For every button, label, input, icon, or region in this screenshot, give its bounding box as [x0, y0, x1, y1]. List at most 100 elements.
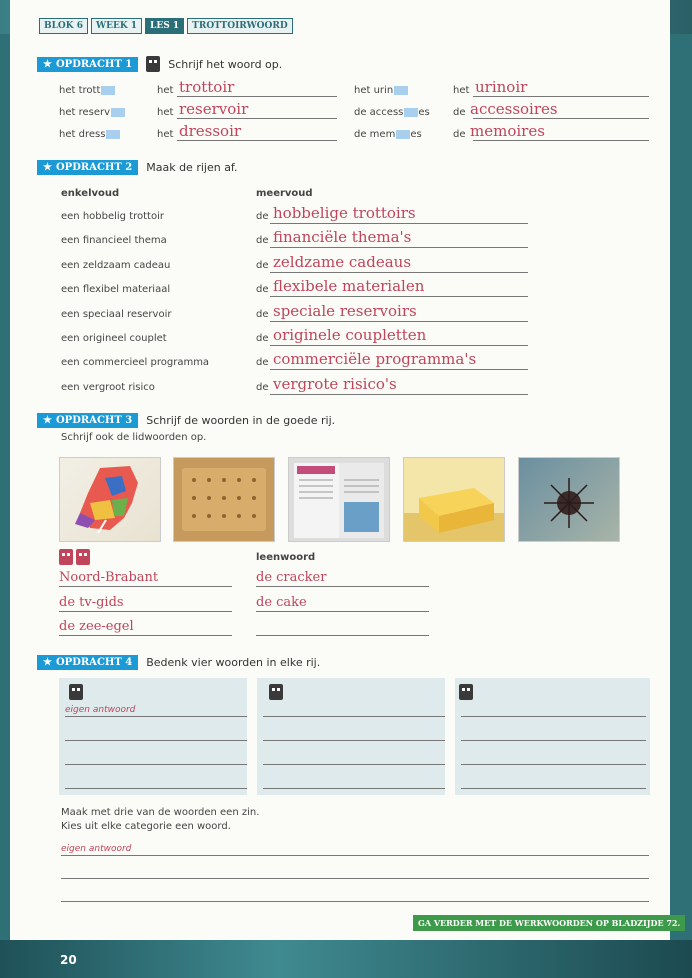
crumb-les: LES 1 — [145, 18, 185, 34]
answer-line — [263, 716, 445, 717]
answer-line — [461, 788, 646, 789]
ex2-singular: een commercieel programma — [61, 357, 210, 369]
answer-line — [270, 271, 528, 273]
answer-line — [61, 878, 649, 879]
answer-line — [473, 140, 649, 141]
ex4-sentence-instruction-1: Maak met drie van de woorden een zin. — [61, 807, 260, 818]
answer-line — [59, 635, 232, 636]
robot-chef-icon — [459, 684, 473, 700]
ex1-answer[interactable]: reservoir — [179, 100, 248, 118]
ex3-answer-loan-1[interactable]: de cracker — [256, 570, 326, 585]
ex4-sentence-answer[interactable]: eigen antwoord — [61, 844, 131, 854]
crumb-week: WEEK 1 — [91, 18, 143, 34]
ex2-answer[interactable]: financiële thema's — [273, 228, 411, 246]
answer-line — [270, 393, 528, 395]
robot-icon — [59, 549, 73, 565]
ex1-article: het — [453, 85, 470, 96]
ex1-article: het — [157, 107, 174, 118]
ex2-answer[interactable]: vergrote risico's — [273, 375, 397, 393]
prompt-text: het urin — [354, 85, 394, 96]
answer-line — [263, 764, 445, 765]
ex3-instruction: Schrijf de woorden in de goede rij. — [146, 414, 336, 427]
answer-line — [59, 586, 232, 587]
answer-line — [61, 855, 649, 856]
cracker-icon — [182, 468, 266, 531]
ex2-answer[interactable]: commerciële programma's — [273, 350, 476, 368]
ex3-answer-dutch-2[interactable]: de tv-gids — [59, 595, 124, 610]
ex2-singular: een financieel thema — [61, 235, 167, 247]
answer-line — [256, 586, 429, 587]
answer-line — [461, 716, 646, 717]
ex2-article: de — [256, 259, 269, 271]
ex2-header: ★ OPDRACHT 2 Maak de rijen af. — [37, 160, 238, 175]
blank-mask — [111, 107, 126, 117]
ex1-answer[interactable]: dressoir — [179, 122, 241, 140]
answer-line — [263, 788, 445, 789]
tv-guide-icon — [294, 463, 384, 538]
ex2-article: de — [256, 381, 269, 393]
blank-mask — [394, 85, 409, 95]
ex1-answer[interactable]: accessoires — [470, 100, 558, 118]
ex3-answer-loan-2[interactable]: de cake — [256, 595, 307, 610]
footer-note: GA VERDER MET DE WERKWOORDEN OP BLADZIJD… — [413, 915, 686, 931]
ex1-article: het — [157, 129, 174, 140]
ex3-answer-dutch-1[interactable]: Noord-Brabant — [59, 570, 158, 585]
robot-icon — [76, 549, 90, 565]
answer-line — [65, 764, 247, 765]
stars-icon: ★ — [43, 162, 52, 173]
ex3-col-loanword: leenwoord — [256, 552, 316, 563]
ex2-singular: een flexibel materiaal — [61, 284, 171, 296]
ex1-answer[interactable]: memoires — [470, 122, 545, 140]
answer-line — [270, 247, 528, 249]
answer-line — [59, 611, 232, 612]
ex2-answer[interactable]: speciale reservoirs — [273, 302, 417, 320]
prompt-text: de mem — [354, 129, 396, 140]
answer-line — [473, 96, 649, 97]
ex2-article: de — [256, 235, 269, 247]
ex2-col-singular: enkelvoud — [61, 188, 120, 199]
answer-line — [270, 320, 528, 322]
ex2-article: de — [256, 333, 269, 344]
blank-mask — [396, 129, 411, 139]
map-photo — [59, 457, 161, 542]
answer-line — [461, 740, 646, 741]
ex1-answer[interactable]: urinoir — [475, 78, 527, 96]
ex1-header: ★ OPDRACHT 1 Schrijf het woord op. — [37, 56, 282, 72]
ex1-instruction: Schrijf het woord op. — [168, 57, 283, 71]
ex4-instruction: Bedenk vier woorden in elke rij. — [146, 656, 321, 669]
prompt-text: de access — [354, 107, 404, 118]
ex2-answer[interactable]: flexibele materialen — [273, 277, 424, 295]
answer-line — [177, 96, 337, 97]
star-icon: ★ — [43, 58, 52, 70]
robots-dutch-icon — [59, 549, 90, 565]
prompt-text: het trott — [59, 85, 101, 96]
crumb-topic: TROTTOIRWOORD — [187, 18, 293, 34]
ex1-article: de — [453, 107, 466, 118]
ex1-prompt: het trott — [59, 85, 116, 96]
ex2-singular: een zeldzaam cadeau — [61, 259, 171, 271]
answer-line — [461, 764, 646, 765]
ex3-answer-dutch-3[interactable]: de zee-egel — [59, 619, 134, 634]
ex2-answer[interactable]: originele coupletten — [273, 326, 426, 344]
ex2-singular: een origineel couplet — [61, 333, 167, 344]
answer-line — [65, 788, 247, 789]
ex4-first-answer[interactable]: eigen antwoord — [65, 705, 135, 715]
answer-line — [256, 635, 429, 636]
ex2-instruction: Maak de rijen af. — [146, 161, 238, 174]
cake-icon — [404, 488, 504, 541]
blank-mask — [404, 107, 419, 117]
ex1-article: de — [453, 129, 466, 140]
ex1-prompt: de mem es — [354, 129, 422, 140]
category-panel-2 — [257, 678, 445, 795]
ex2-answer[interactable]: hobbelige trottoirs — [273, 204, 416, 222]
robot-painter-icon — [269, 684, 283, 700]
ex2-singular: een speciaal reservoir — [61, 308, 172, 320]
answer-line — [177, 140, 337, 141]
stars-icon: ★ — [43, 657, 52, 668]
answer-line — [270, 223, 528, 224]
ex2-answer[interactable]: zeldzame cadeaus — [273, 253, 411, 271]
answer-line — [256, 611, 429, 612]
ex1-answer[interactable]: trottoir — [179, 78, 234, 96]
prompt-suffix: es — [418, 107, 430, 118]
ex2-singular: een vergroot risico — [61, 381, 155, 393]
